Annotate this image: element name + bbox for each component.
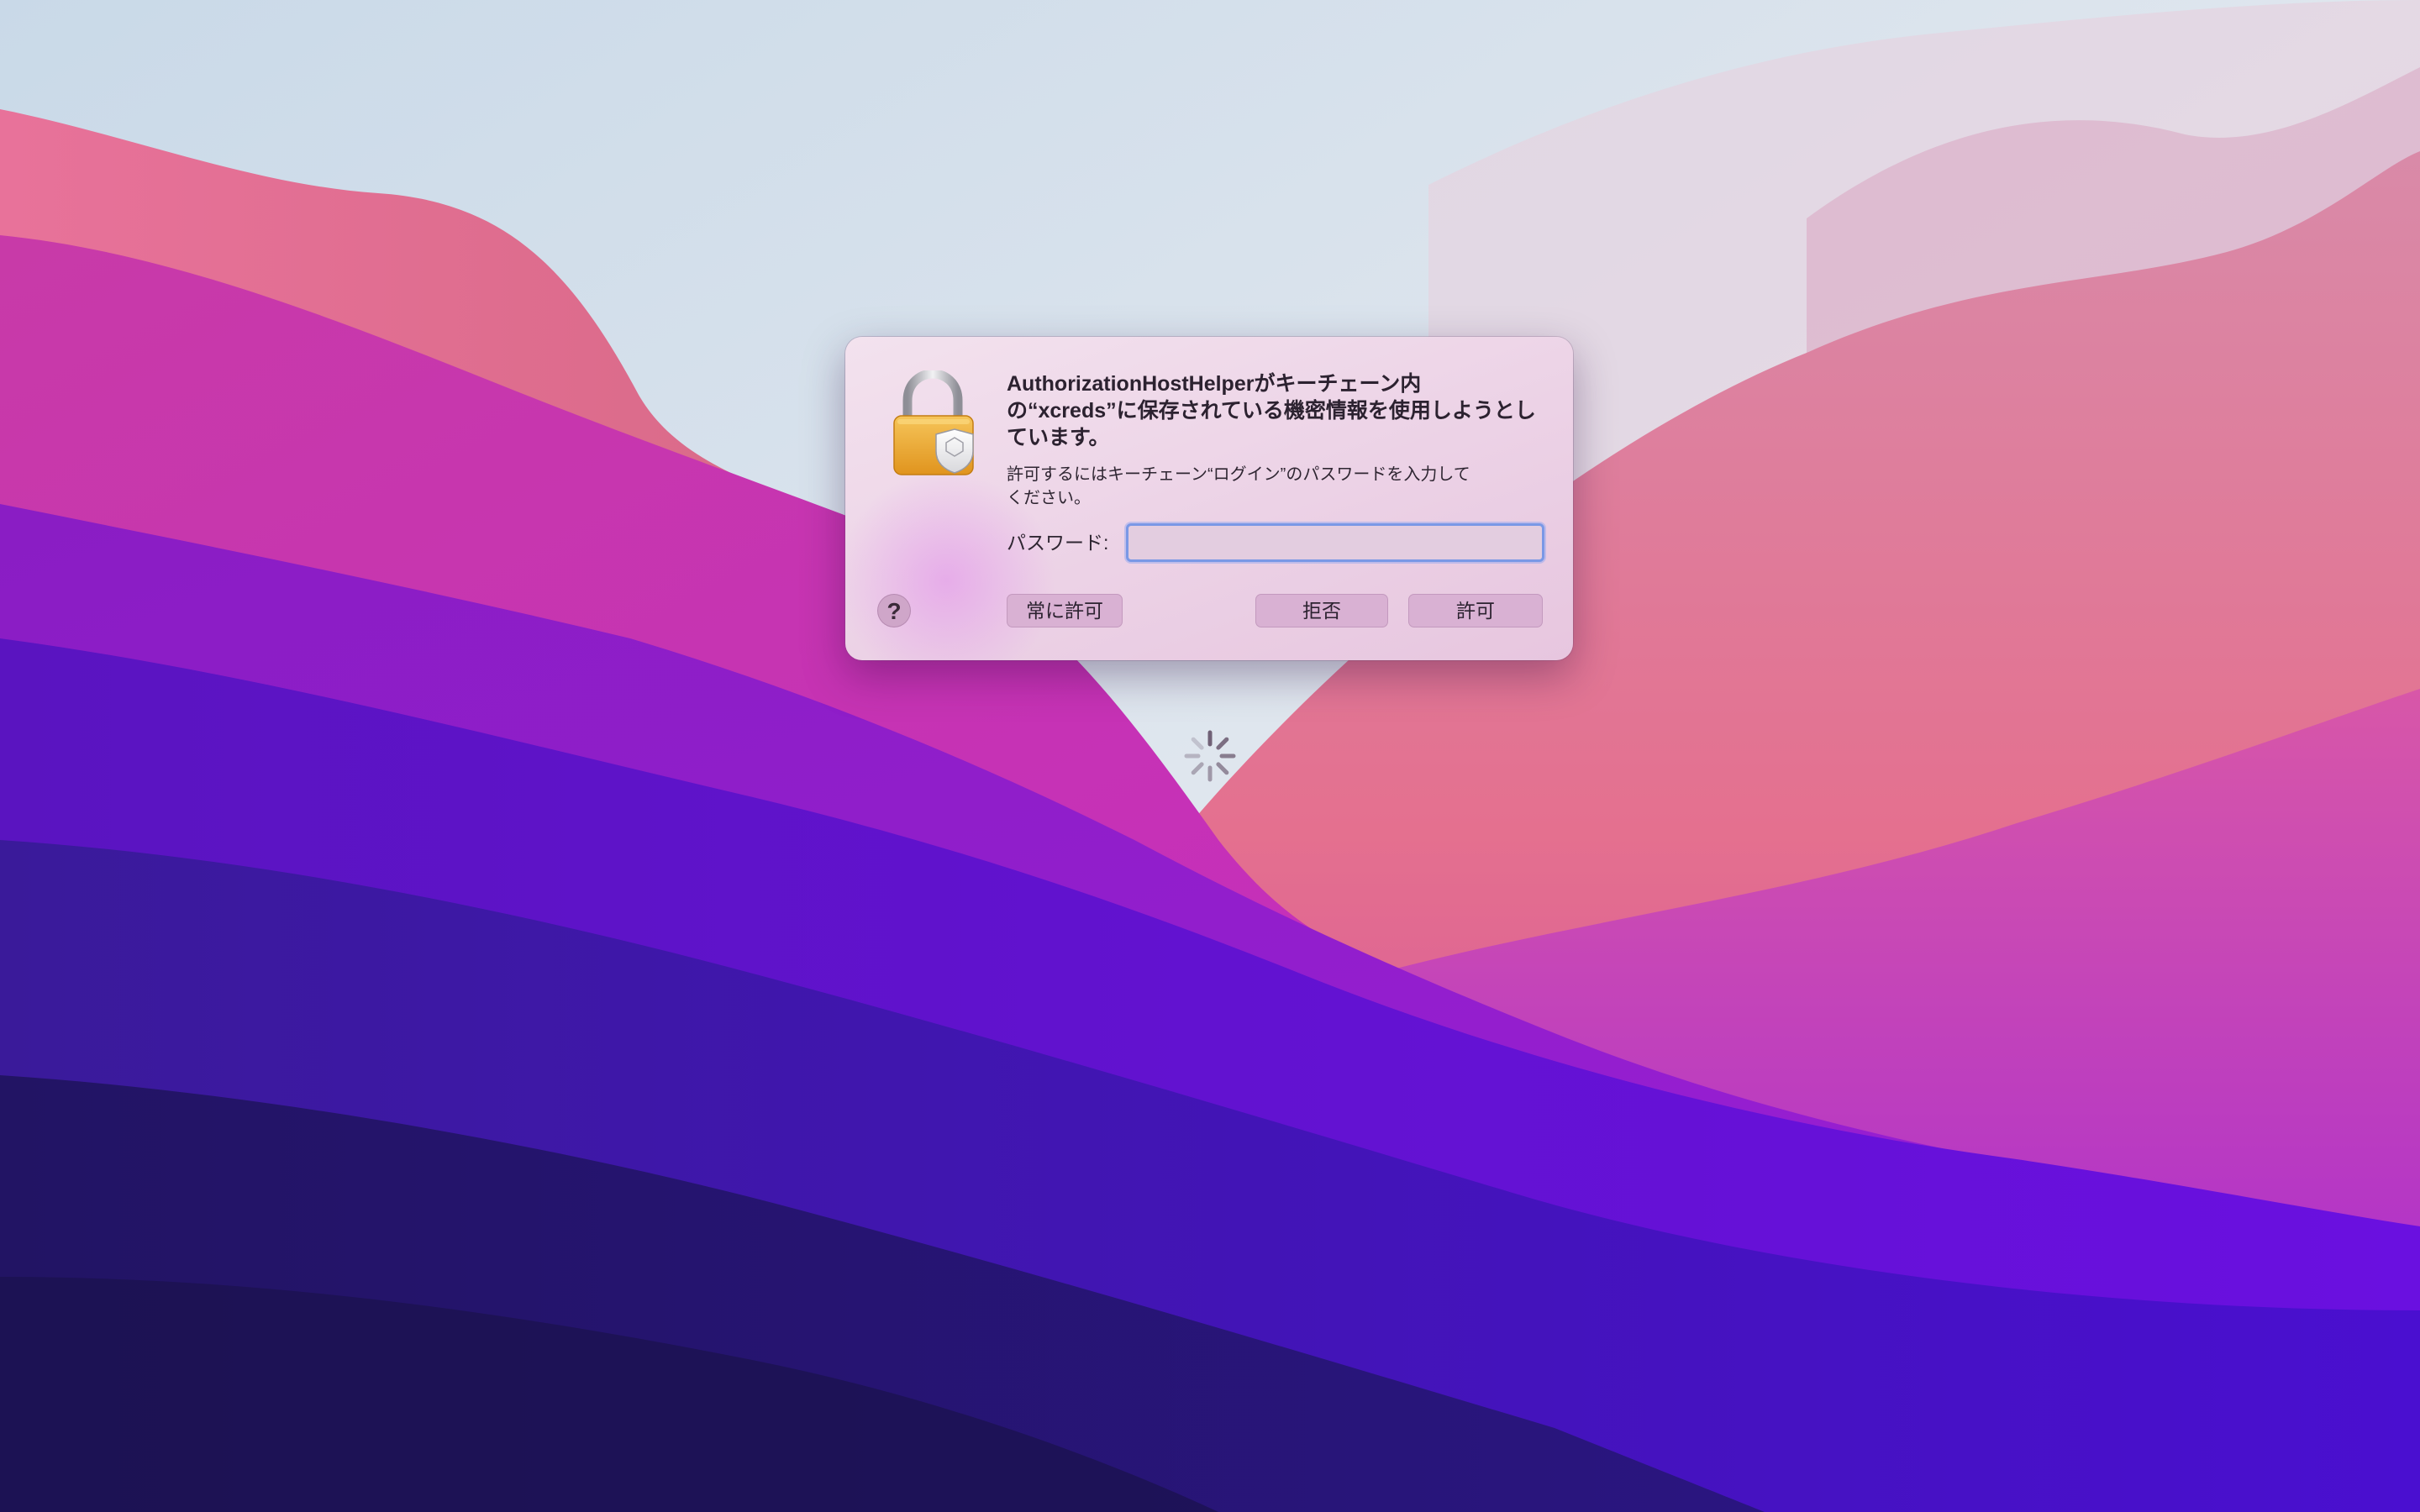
dialog-title: AuthorizationHostHelperがキーチェーン内 の“xcreds… [1007, 370, 1544, 451]
dialog-title-line: の“xcreds”に保存されている機密情報を使用しようとし [1007, 399, 1536, 423]
dialog-title-line: AuthorizationHostHelperがキーチェーン内 [1007, 372, 1422, 396]
dialog-message: 許可するにはキーチェーン“ログイン”のパスワードを入力して ください。 [1007, 463, 1528, 510]
dialog-message-line: ください。 [1007, 489, 1091, 507]
always-allow-button[interactable]: 常に許可 [1007, 594, 1123, 627]
password-field[interactable] [1126, 523, 1544, 562]
keychain-lock-icon [893, 370, 974, 475]
help-button[interactable]: ? [877, 594, 911, 627]
dialog-message-line: 許可するにはキーチェーン“ログイン”のパスワードを入力して [1007, 465, 1470, 484]
dialog-title-line: ています。 [1007, 426, 1110, 449]
password-label: パスワード: [1007, 532, 1109, 554]
allow-button[interactable]: 許可 [1408, 594, 1543, 627]
keychain-access-dialog: AuthorizationHostHelperがキーチェーン内 の“xcreds… [845, 337, 1573, 660]
loading-spinner-icon [1184, 730, 1236, 782]
deny-button[interactable]: 拒否 [1255, 594, 1388, 627]
desktop: AuthorizationHostHelperがキーチェーン内 の“xcreds… [0, 0, 2420, 1512]
